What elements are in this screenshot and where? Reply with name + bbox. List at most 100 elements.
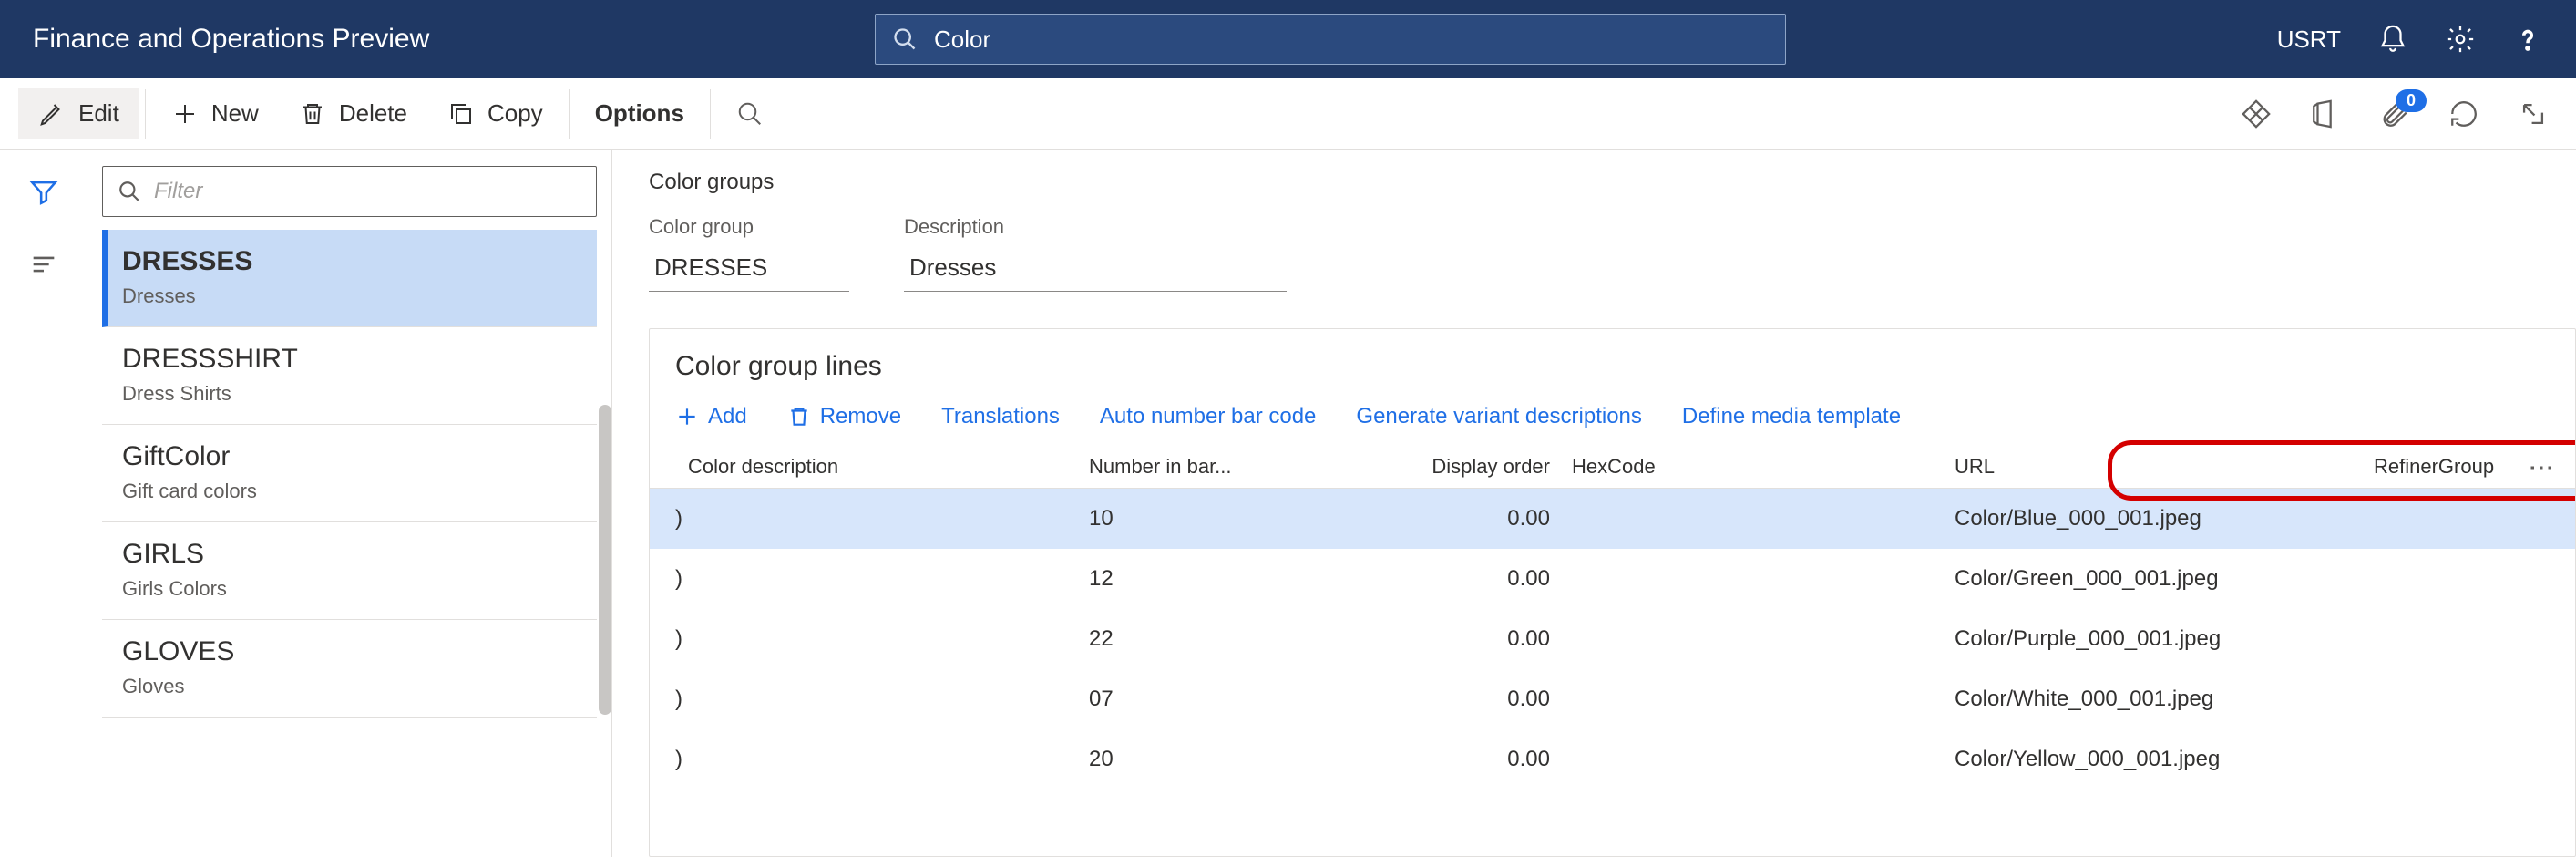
cell-number[interactable]: 10 — [1089, 506, 1344, 532]
lines-card: Color group lines Add Remove Translation… — [649, 328, 2576, 857]
list-item-name: DRESSSHIRT — [122, 344, 577, 375]
cell-display-order[interactable]: 0.00 — [1344, 747, 1554, 772]
field-colorgroup-label: Color group — [649, 215, 849, 239]
list-item[interactable]: GiftColor Gift card colors — [102, 425, 597, 522]
cell-number[interactable]: 12 — [1089, 566, 1344, 592]
new-button[interactable]: New — [151, 88, 279, 139]
attachments-badge: 0 — [2396, 89, 2427, 112]
list-icon[interactable] — [24, 244, 64, 284]
filter-icon[interactable] — [24, 171, 64, 212]
define-media-button[interactable]: Define media template — [1682, 404, 1901, 429]
copy-label: Copy — [487, 99, 543, 128]
delete-label: Delete — [339, 99, 407, 128]
field-description-label: Description — [904, 215, 1287, 239]
list-item-desc: Gift card colors — [122, 480, 577, 503]
translations-button[interactable]: Translations — [941, 404, 1060, 429]
delete-button[interactable]: Delete — [279, 88, 427, 139]
diamond-icon[interactable] — [2241, 98, 2272, 129]
cell-marker: ) — [650, 566, 688, 592]
header-url[interactable]: URL — [1955, 455, 2374, 479]
record-list: DRESSES Dresses DRESSSHIRT Dress Shirts … — [102, 230, 597, 857]
help-icon[interactable] — [2512, 24, 2543, 55]
add-line-button[interactable]: Add — [675, 404, 747, 429]
header-hexcode[interactable]: HexCode — [1554, 455, 1955, 479]
list-item-name: GLOVES — [122, 636, 577, 667]
notifications-icon[interactable] — [2377, 24, 2408, 55]
edit-button[interactable]: Edit — [18, 88, 139, 139]
list-item[interactable]: GIRLS Girls Colors — [102, 522, 597, 620]
cell-number[interactable]: 07 — [1089, 687, 1344, 712]
cell-url[interactable]: Color/White_000_001.jpeg — [1955, 687, 2374, 712]
field-description: Description Dresses — [904, 215, 1287, 292]
global-search[interactable] — [875, 14, 1786, 65]
list-item[interactable]: DRESSSHIRT Dress Shirts — [102, 327, 597, 425]
cell-url[interactable]: Color/Green_000_001.jpeg — [1955, 566, 2374, 592]
field-colorgroup: Color group DRESSES — [649, 215, 849, 292]
top-navbar: Finance and Operations Preview USRT — [0, 0, 2576, 78]
remove-line-button[interactable]: Remove — [787, 404, 901, 429]
cell-url[interactable]: Color/Purple_000_001.jpeg — [1955, 626, 2374, 652]
popout-icon[interactable] — [2518, 98, 2549, 129]
cell-marker: ) — [650, 747, 688, 772]
lines-grid: Color description Number in bar... Displ… — [650, 446, 2575, 856]
office-icon[interactable] — [2310, 98, 2341, 129]
cell-marker: ) — [650, 626, 688, 652]
list-item-name: GIRLS — [122, 539, 577, 570]
refresh-icon[interactable] — [2448, 98, 2479, 129]
field-colorgroup-value[interactable]: DRESSES — [649, 244, 849, 292]
cell-marker: ) — [650, 506, 688, 532]
app-title: Finance and Operations Preview — [0, 24, 875, 55]
main-content: Color groups Color group DRESSES Descrip… — [612, 150, 2576, 857]
cell-display-order[interactable]: 0.00 — [1344, 566, 1554, 592]
command-bar: Edit New Delete Copy Options — [0, 78, 2576, 150]
global-search-input[interactable] — [934, 26, 1769, 54]
left-gutter — [0, 150, 87, 857]
cell-url[interactable]: Color/Blue_000_001.jpeg — [1955, 506, 2374, 532]
cell-display-order[interactable]: 0.00 — [1344, 506, 1554, 532]
list-item-desc: Dress Shirts — [122, 382, 577, 406]
list-item[interactable]: GLOVES Gloves — [102, 620, 597, 718]
grid-row[interactable]: ) 07 0.00 Color/White_000_001.jpeg — [650, 669, 2575, 729]
attachments-button[interactable]: 0 — [2379, 98, 2410, 129]
find-button[interactable] — [716, 89, 784, 139]
more-columns-icon[interactable]: ⋮ — [2527, 455, 2557, 482]
options-label: Options — [595, 99, 684, 128]
field-description-value[interactable]: Dresses — [904, 244, 1287, 292]
cell-display-order[interactable]: 0.00 — [1344, 687, 1554, 712]
cell-marker: ) — [650, 687, 688, 712]
page-title: Color groups — [649, 170, 2576, 195]
grid-row[interactable]: ) 10 0.00 Color/Blue_000_001.jpeg — [650, 489, 2575, 549]
list-item-name: DRESSES — [122, 246, 577, 277]
copy-button[interactable]: Copy — [427, 88, 563, 139]
generate-variant-button[interactable]: Generate variant descriptions — [1356, 404, 1642, 429]
grid-row[interactable]: ) 12 0.00 Color/Green_000_001.jpeg — [650, 549, 2575, 609]
grid-row[interactable]: ) 20 0.00 Color/Yellow_000_001.jpeg — [650, 729, 2575, 790]
list-item[interactable]: DRESSES Dresses — [102, 230, 597, 327]
options-button[interactable]: Options — [575, 88, 704, 139]
list-item-name: GiftColor — [122, 441, 577, 472]
grid-row[interactable]: ) 22 0.00 Color/Purple_000_001.jpeg — [650, 609, 2575, 669]
edit-label: Edit — [78, 99, 119, 128]
list-filter-input[interactable] — [154, 179, 581, 204]
list-item-desc: Dresses — [122, 284, 577, 308]
card-title: Color group lines — [650, 329, 2575, 398]
header-number-in-barcode[interactable]: Number in bar... — [1089, 455, 1344, 479]
cell-display-order[interactable]: 0.00 — [1344, 626, 1554, 652]
record-list-panel: DRESSES Dresses DRESSSHIRT Dress Shirts … — [87, 150, 612, 857]
user-label[interactable]: USRT — [2277, 26, 2341, 54]
cell-number[interactable]: 22 — [1089, 626, 1344, 652]
header-color-description[interactable]: Color description — [688, 455, 1089, 479]
grid-header: Color description Number in bar... Displ… — [650, 446, 2575, 489]
list-scrollbar[interactable] — [599, 405, 611, 715]
list-filter[interactable] — [102, 166, 597, 217]
cell-url[interactable]: Color/Yellow_000_001.jpeg — [1955, 747, 2374, 772]
autonumber-button[interactable]: Auto number bar code — [1100, 404, 1316, 429]
card-linkbar: Add Remove Translations Auto number bar … — [650, 398, 2575, 446]
gear-icon[interactable] — [2445, 24, 2476, 55]
new-label: New — [211, 99, 259, 128]
header-display-order[interactable]: Display order — [1344, 455, 1554, 479]
list-item-desc: Gloves — [122, 675, 577, 698]
list-item-desc: Girls Colors — [122, 577, 577, 601]
cell-number[interactable]: 20 — [1089, 747, 1344, 772]
search-icon — [892, 26, 918, 52]
